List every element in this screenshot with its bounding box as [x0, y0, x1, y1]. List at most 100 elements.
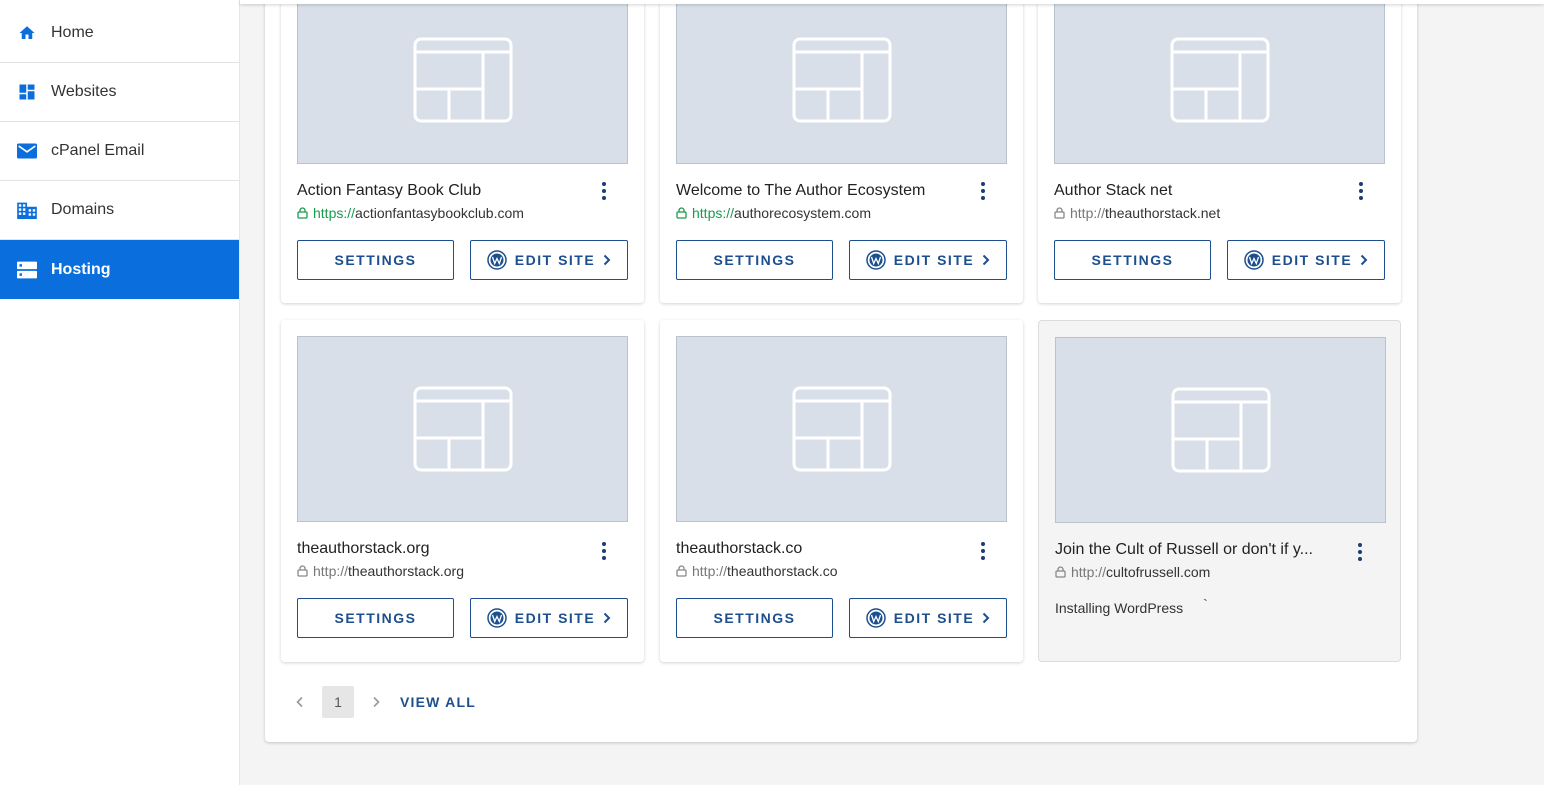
- url-protocol: http://: [1070, 205, 1106, 221]
- site-title[interactable]: Welcome to The Author Ecosystem: [676, 182, 956, 200]
- url-protocol: https://: [692, 205, 735, 221]
- next-page-icon[interactable]: [366, 686, 386, 718]
- server-icon: [17, 260, 37, 280]
- more-options-icon[interactable]: [1351, 179, 1371, 203]
- settings-button[interactable]: SETTINGS: [676, 240, 833, 280]
- site-thumbnail[interactable]: [1054, 0, 1385, 164]
- install-status-text: Installing WordPress: [1055, 600, 1184, 616]
- site-card: Welcome to The Author Ecosystem https://…: [660, 0, 1023, 303]
- url-host: theauthorstack.co: [727, 563, 838, 579]
- url-protocol: http://: [692, 563, 728, 579]
- site-thumbnail[interactable]: [297, 0, 628, 164]
- site-url[interactable]: http://cultofrussell.com: [1055, 564, 1210, 580]
- sidebar-item-hosting[interactable]: Hosting: [0, 240, 239, 299]
- settings-button-label: SETTINGS: [713, 610, 796, 626]
- edit-site-button-label: EDIT SITE: [1271, 252, 1353, 268]
- site-title[interactable]: theauthorstack.co: [676, 540, 956, 558]
- building-icon: [17, 200, 37, 220]
- url-host: authorecosystem.com: [734, 205, 871, 221]
- chevron-right-icon: [603, 612, 611, 624]
- settings-button[interactable]: SETTINGS: [1054, 240, 1211, 280]
- settings-button-label: SETTINGS: [713, 252, 796, 268]
- url-host: cultofrussell.com: [1106, 564, 1211, 580]
- site-thumbnail[interactable]: [297, 336, 628, 522]
- url-host: theauthorstack.net: [1105, 205, 1221, 221]
- websites-panel: Action Fantasy Book Club https://actionf…: [265, 0, 1417, 742]
- sidebar-item-websites[interactable]: Websites: [0, 63, 239, 122]
- sidebar-item-label: Home: [51, 24, 94, 41]
- layout-placeholder-icon: [1170, 37, 1269, 123]
- more-options-icon[interactable]: [973, 179, 993, 203]
- edit-site-button-label: EDIT SITE: [893, 610, 975, 626]
- site-url[interactable]: http://theauthorstack.org: [297, 563, 464, 579]
- wordpress-icon: [1244, 250, 1264, 270]
- settings-button-label: SETTINGS: [334, 252, 417, 268]
- site-thumbnail[interactable]: [676, 0, 1007, 164]
- chevron-right-icon: [982, 254, 990, 266]
- chevron-right-icon: [603, 254, 611, 266]
- edit-site-button[interactable]: EDIT SITE: [470, 598, 628, 638]
- chevron-right-icon: [1360, 254, 1368, 266]
- wordpress-icon: [487, 250, 507, 270]
- site-thumbnail: [1055, 337, 1386, 523]
- site-title[interactable]: Action Fantasy Book Club: [297, 182, 577, 200]
- settings-button[interactable]: SETTINGS: [297, 240, 454, 280]
- url-protocol: http://: [313, 563, 349, 579]
- sidebar-item-domains[interactable]: Domains: [0, 181, 239, 240]
- site-card: Action Fantasy Book Club https://actionf…: [281, 0, 644, 303]
- site-card: Author Stack net http://theauthorstack.n…: [1038, 0, 1401, 303]
- site-thumbnail[interactable]: [676, 336, 1007, 522]
- settings-button-label: SETTINGS: [1091, 252, 1174, 268]
- site-card: theauthorstack.co http://theauthorstack.…: [660, 320, 1023, 662]
- previous-page-icon[interactable]: [290, 686, 310, 718]
- site-url[interactable]: https://actionfantasybookclub.com: [297, 205, 524, 221]
- site-title[interactable]: Join the Cult of Russell or don't if y..…: [1055, 541, 1335, 559]
- unlocked-icon: [297, 565, 308, 577]
- site-url[interactable]: http://theauthorstack.net: [1054, 205, 1220, 221]
- url-protocol: http://: [1071, 564, 1107, 580]
- site-title[interactable]: theauthorstack.org: [297, 540, 577, 558]
- more-options-icon[interactable]: [973, 539, 993, 563]
- edit-site-button-label: EDIT SITE: [514, 610, 596, 626]
- settings-button[interactable]: SETTINGS: [676, 598, 833, 638]
- settings-button[interactable]: SETTINGS: [297, 598, 454, 638]
- unlocked-icon: [1054, 207, 1065, 219]
- sidebar-item-label: Domains: [51, 201, 115, 218]
- url-host: actionfantasybookclub.com: [355, 205, 524, 221]
- site-card-installing: Join the Cult of Russell or don't if y..…: [1038, 320, 1401, 662]
- lock-icon: [676, 207, 687, 219]
- install-status: Installing WordPress `: [1055, 596, 1208, 616]
- more-options-icon[interactable]: [1350, 540, 1370, 564]
- sidebar-item-label: Hosting: [51, 260, 111, 278]
- top-bar: [240, 0, 1544, 4]
- sidebar-item-label: cPanel Email: [51, 142, 145, 159]
- page-number-current[interactable]: 1: [322, 686, 354, 718]
- layout-placeholder-icon: [792, 386, 891, 472]
- site-title[interactable]: Author Stack net: [1054, 182, 1334, 200]
- more-options-icon[interactable]: [594, 179, 614, 203]
- wordpress-icon: [866, 250, 886, 270]
- home-icon: [17, 23, 37, 43]
- view-all-link[interactable]: VIEW ALL: [400, 694, 476, 710]
- unlocked-icon: [676, 565, 687, 577]
- edit-site-button[interactable]: EDIT SITE: [849, 598, 1007, 638]
- unlocked-icon: [1055, 566, 1066, 578]
- site-url[interactable]: https://authorecosystem.com: [676, 205, 871, 221]
- edit-site-button[interactable]: EDIT SITE: [849, 240, 1007, 280]
- lock-icon: [297, 207, 308, 219]
- edit-site-button[interactable]: EDIT SITE: [470, 240, 628, 280]
- sidebar-item-home[interactable]: Home: [0, 0, 239, 63]
- sidebar-item-label: Websites: [51, 83, 117, 100]
- sidebar: Home Websites cPanel Email Domains Hosti…: [0, 0, 240, 785]
- pagination: 1 VIEW ALL: [290, 686, 476, 718]
- envelope-icon: [17, 141, 37, 161]
- site-url[interactable]: http://theauthorstack.co: [676, 563, 838, 579]
- edit-site-button[interactable]: EDIT SITE: [1227, 240, 1385, 280]
- layout-placeholder-icon: [792, 37, 891, 123]
- site-card: theauthorstack.org http://theauthorstack…: [281, 320, 644, 662]
- layout-placeholder-icon: [413, 37, 512, 123]
- dashboard-icon: [17, 82, 37, 102]
- layout-placeholder-icon: [413, 386, 512, 472]
- sidebar-item-cpanel-email[interactable]: cPanel Email: [0, 122, 239, 181]
- more-options-icon[interactable]: [594, 539, 614, 563]
